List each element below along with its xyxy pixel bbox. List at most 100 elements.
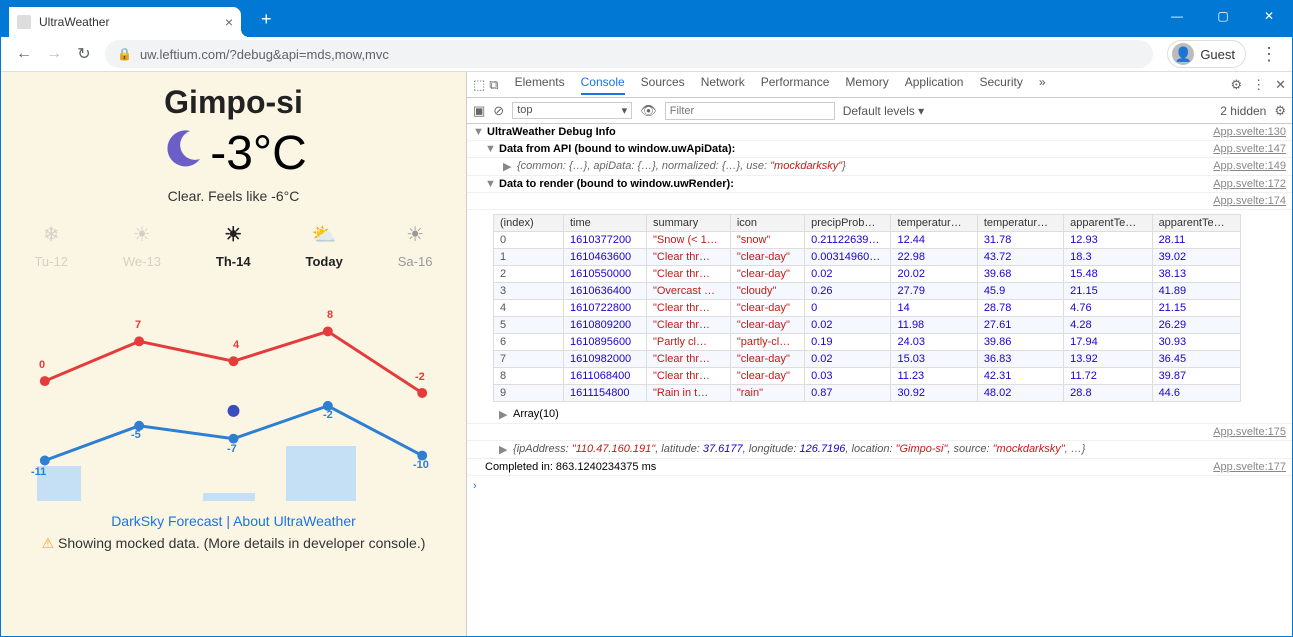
gear-icon[interactable]: ⚙ <box>1274 103 1286 119</box>
precip-bar <box>286 446 356 501</box>
table-row[interactable]: 51610809200"Clear thr…"clear-day"0.0211.… <box>494 317 1241 334</box>
moon-icon <box>160 125 206 182</box>
reload-button[interactable]: ↻ <box>69 39 99 69</box>
table-header[interactable]: icon <box>730 215 804 232</box>
day-item[interactable]: ☀Sa-16 <box>398 222 433 269</box>
tab-console[interactable]: Console <box>581 75 625 95</box>
tab-security[interactable]: Security <box>979 75 1022 95</box>
close-icon[interactable]: ✕ <box>1275 77 1286 93</box>
low-label: -11 <box>31 466 46 478</box>
table-row[interactable]: 31610636400"Overcast …"cloudy"0.2627.794… <box>494 283 1241 300</box>
console-group[interactable]: ▼Data from API (bound to window.uwApiDat… <box>467 141 1292 158</box>
context-select[interactable]: top▾ <box>512 102 632 119</box>
table-cell: 28.11 <box>1152 232 1240 249</box>
day-item[interactable]: ⛅Today <box>306 222 343 269</box>
url-input[interactable]: 🔒 uw.leftium.com/?debug&api=mds,mow,mvc <box>105 40 1153 68</box>
filter-input[interactable] <box>665 102 835 120</box>
close-window-button[interactable]: ✕ <box>1246 1 1292 31</box>
profile-button[interactable]: 👤 Guest <box>1167 40 1246 68</box>
table-header[interactable]: summary <box>646 215 730 232</box>
console-object[interactable]: ▶{ipAddress: "110.47.160.191", latitude:… <box>467 441 1292 459</box>
console-prompt[interactable]: › <box>467 476 1292 496</box>
chart-svg <box>15 281 452 501</box>
table-row[interactable]: 61610895600"Partly cl…"partly-cl…0.1924.… <box>494 334 1241 351</box>
table-cell: "Clear thr… <box>646 317 730 334</box>
close-icon[interactable]: × <box>225 14 233 30</box>
menu-icon[interactable]: ⋮ <box>1252 77 1265 93</box>
table-cell: 27.61 <box>977 317 1063 334</box>
about-link[interactable]: About UltraWeather <box>233 513 356 529</box>
new-tab-button[interactable]: + <box>261 9 272 30</box>
minimize-button[interactable]: — <box>1154 1 1200 31</box>
table-header[interactable]: time <box>564 215 647 232</box>
table-row[interactable]: 41610722800"Clear thr…"clear-day"01428.7… <box>494 300 1241 317</box>
devtools-toolbar: ⬚ ⧉ Elements Console Sources Network Per… <box>467 72 1292 98</box>
table-cell: 5 <box>494 317 564 334</box>
table-cell: 21.15 <box>1152 300 1240 317</box>
table-header[interactable]: temperatur… <box>977 215 1063 232</box>
console-group[interactable]: ▼UltraWeather Debug InfoApp.svelte:130 <box>467 124 1292 141</box>
table-cell: 4 <box>494 300 564 317</box>
day-item[interactable]: ☀We-13 <box>123 222 161 269</box>
table-cell: "Snow (< 1… <box>646 232 730 249</box>
console-message: Completed in: 863.1240234375 msApp.svelt… <box>467 459 1292 476</box>
day-item[interactable]: ☀Th-14 <box>216 222 251 269</box>
table-row[interactable]: 81611068400"Clear thr…"clear-day"0.0311.… <box>494 368 1241 385</box>
lock-icon: 🔒 <box>117 47 132 61</box>
table-row[interactable]: 91611154800"Rain in t…"rain"0.8730.9248.… <box>494 385 1241 402</box>
back-button[interactable]: ← <box>9 39 39 69</box>
table-row[interactable]: 21610550000"Clear thr…"clear-day"0.0220.… <box>494 266 1241 283</box>
tab-more[interactable]: » <box>1039 75 1046 95</box>
eye-icon[interactable]: 👁 <box>640 103 657 119</box>
table-row[interactable]: 11610463600"Clear thr…"clear-day"0.00314… <box>494 249 1241 266</box>
table-header[interactable]: precipProb… <box>805 215 891 232</box>
gear-icon[interactable]: ⚙ <box>1230 77 1242 93</box>
high-label: -2 <box>415 371 425 383</box>
play-icon[interactable]: ▣ <box>473 103 485 119</box>
console-src: App.svelte:175 <box>467 424 1292 441</box>
day-item[interactable]: ❄Tu-12 <box>34 222 67 269</box>
table-cell: "Partly cl… <box>646 334 730 351</box>
table-row[interactable]: 71610982000"Clear thr…"clear-day"0.0215.… <box>494 351 1241 368</box>
warning-text: Showing mocked data. (More details in de… <box>54 535 425 551</box>
console-group[interactable]: ▼Data to render (bound to window.uwRende… <box>467 176 1292 193</box>
table-cell: "Clear thr… <box>646 300 730 317</box>
table-cell: 1610809200 <box>564 317 647 334</box>
darksky-link[interactable]: DarkSky Forecast <box>111 513 222 529</box>
table-cell: 0.00314960… <box>805 249 891 266</box>
devtools-tabs: Elements Console Sources Network Perform… <box>515 75 1046 95</box>
table-cell: 21.15 <box>1064 283 1152 300</box>
browser-menu-button[interactable]: ⋮ <box>1254 44 1284 65</box>
table-header[interactable]: apparentTe… <box>1064 215 1152 232</box>
table-cell: 12.44 <box>891 232 977 249</box>
table-header[interactable]: (index) <box>494 215 564 232</box>
console-object[interactable]: ▶{common: {…}, apiData: {…}, normalized:… <box>467 158 1292 176</box>
tab-memory[interactable]: Memory <box>845 75 888 95</box>
precip-bar <box>203 493 255 501</box>
levels-select[interactable]: Default levels ▾ <box>843 104 924 118</box>
table-cell: 9 <box>494 385 564 402</box>
forward-button[interactable]: → <box>39 39 69 69</box>
table-cell: 3 <box>494 283 564 300</box>
maximize-button[interactable]: ▢ <box>1200 1 1246 31</box>
tab-elements[interactable]: Elements <box>515 75 565 95</box>
table-cell: "clear-day" <box>730 266 804 283</box>
table-cell: "snow" <box>730 232 804 249</box>
inspect-icon[interactable]: ⬚ <box>473 77 485 93</box>
table-cell: 1610550000 <box>564 266 647 283</box>
console-array[interactable]: ▶Array(10) <box>467 406 1292 424</box>
table-cell: 1610982000 <box>564 351 647 368</box>
tab-network[interactable]: Network <box>701 75 745 95</box>
tab-sources[interactable]: Sources <box>641 75 685 95</box>
table-cell: "Clear thr… <box>646 368 730 385</box>
tab-performance[interactable]: Performance <box>761 75 830 95</box>
table-row[interactable]: 01610377200"Snow (< 1…"snow"0.21122639…1… <box>494 232 1241 249</box>
device-icon[interactable]: ⧉ <box>489 77 498 93</box>
browser-tab[interactable]: UltraWeather × <box>9 7 241 37</box>
table-cell: 1610463600 <box>564 249 647 266</box>
table-header[interactable]: temperatur… <box>891 215 977 232</box>
table-header[interactable]: apparentTe… <box>1152 215 1240 232</box>
tab-application[interactable]: Application <box>905 75 964 95</box>
clear-icon[interactable]: ⊘ <box>493 103 504 119</box>
separator: | <box>222 513 233 529</box>
